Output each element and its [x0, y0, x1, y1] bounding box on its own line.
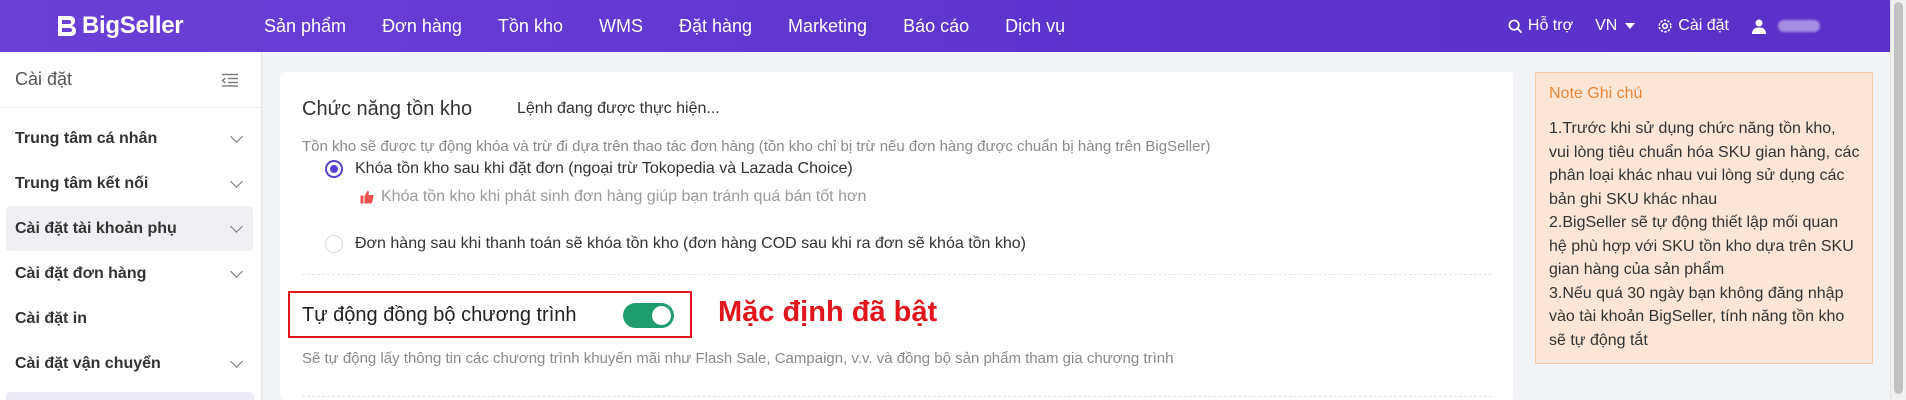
- sidebar-item-connection-center[interactable]: Trung tâm kết nối: [6, 161, 253, 206]
- nav-wms[interactable]: WMS: [599, 16, 643, 37]
- chevron-down-icon: [230, 355, 243, 368]
- caret-down-icon: [1625, 23, 1636, 29]
- nav-reports[interactable]: Báo cáo: [903, 16, 969, 37]
- nav-marketing[interactable]: Marketing: [788, 16, 867, 37]
- chevron-down-icon: [230, 130, 243, 143]
- sidebar-header: Cài đặt: [0, 52, 261, 108]
- help-label: Hỗ trợ: [1527, 17, 1574, 34]
- settings-sidebar: Cài đặt Trung tâm cá nhân Trung tâm kết …: [0, 52, 262, 400]
- bigseller-logo[interactable]: BigSeller: [52, 12, 222, 40]
- user-menu[interactable]: [1751, 18, 1820, 34]
- language-label: VN: [1595, 17, 1618, 34]
- sidebar-item-personal-center[interactable]: Trung tâm cá nhân: [6, 116, 253, 161]
- gear-icon: [1658, 19, 1672, 33]
- username-redacted: [1778, 20, 1820, 32]
- sidebar-item-label: Trung tâm kết nối: [15, 174, 149, 192]
- settings-link[interactable]: Cài đặt: [1657, 17, 1729, 35]
- nav-inventory[interactable]: Tồn kho: [498, 16, 563, 37]
- note-body: 1.Trước khi sử dụng chức năng tồn kho, v…: [1549, 117, 1860, 352]
- nav-orders[interactable]: Đơn hàng: [382, 16, 462, 37]
- option-tip: Khóa tồn kho khi phát sinh đơn hàng giúp…: [360, 188, 866, 206]
- sidebar-menu: Trung tâm cá nhân Trung tâm kết nối Cài …: [0, 108, 261, 386]
- processing-status: Lệnh đang được thực hiện...: [517, 100, 720, 117]
- note-panel: Note Ghi chú 1.Trước khi sử dụng chức nă…: [1535, 72, 1873, 364]
- inventory-description: Tồn kho sẽ được tự động khóa và trừ đi d…: [302, 138, 1211, 155]
- toggle-knob: [652, 306, 671, 325]
- auto-sync-toggle[interactable]: [623, 303, 674, 328]
- auto-sync-description: Sẽ tự động lấy thông tin các chương trìn…: [302, 350, 1174, 367]
- option-label: Đơn hàng sau khi thanh toán sẽ khóa tồn …: [355, 235, 1026, 252]
- auto-sync-label: Tự động đồng bộ chương trình: [302, 304, 577, 326]
- user-icon: [1752, 19, 1766, 34]
- sidebar-item-print-settings[interactable]: Cài đặt in: [6, 296, 253, 341]
- settings-label: Cài đặt: [1678, 17, 1729, 34]
- sidebar-item-subaccount-settings[interactable]: Cài đặt tài khoản phụ: [6, 206, 253, 251]
- nav-purchase[interactable]: Đặt hàng: [679, 16, 752, 37]
- option-label: Khóa tồn kho sau khi đặt đơn (ngoại trừ …: [355, 160, 853, 177]
- annotation-text: Mặc định đã bật: [718, 296, 938, 328]
- sidebar-item-label: Cài đặt đơn hàng: [15, 264, 147, 282]
- chevron-down-icon: [230, 220, 243, 233]
- sidebar-title: Cài đặt: [15, 69, 73, 89]
- note-line: 2.BigSeller sẽ tự động thiết lập mối qua…: [1549, 214, 1854, 278]
- sidebar-item-order-settings[interactable]: Cài đặt đơn hàng: [6, 251, 253, 296]
- tip-label: Khóa tồn kho khi phát sinh đơn hàng giúp…: [381, 188, 867, 205]
- radio-button-checked[interactable]: [325, 160, 343, 178]
- nav-services[interactable]: Dịch vụ: [1005, 16, 1065, 37]
- page-scrollbar[interactable]: [1890, 0, 1906, 400]
- thumbs-up-icon: [360, 190, 374, 204]
- sidebar-item-shipping-settings[interactable]: Cài đặt vận chuyển: [6, 341, 253, 386]
- section-title: Chức năng tồn kho: [302, 98, 473, 120]
- nav-products[interactable]: Sản phẩm: [264, 16, 346, 37]
- note-title: Note Ghi chú: [1549, 85, 1643, 102]
- page-scrollbar-thumb[interactable]: [1894, 2, 1903, 394]
- brand-name: BigSeller: [82, 12, 184, 39]
- search-icon: [1508, 19, 1523, 33]
- sidebar-item-label: Cài đặt in: [15, 309, 88, 327]
- main-nav: Sản phẩm Đơn hàng Tồn kho WMS Đặt hàng M…: [264, 16, 1101, 37]
- sidebar-item-label: Trung tâm cá nhân: [15, 129, 158, 147]
- sidebar-item-label: Cài đặt vận chuyển: [15, 354, 161, 372]
- top-navigation-bar: BigSeller Sản phẩm Đơn hàng Tồn kho WMS …: [0, 0, 1890, 52]
- top-right-actions: Hỗ trợ VN Cài đặt: [1486, 0, 1820, 52]
- chevron-down-icon: [230, 175, 243, 188]
- help-link[interactable]: Hỗ trợ: [1508, 17, 1573, 35]
- inventory-settings-card: Chức năng tồn kho Lệnh đang được thực hi…: [280, 72, 1513, 400]
- section-divider: [302, 274, 1492, 275]
- chevron-down-icon: [230, 265, 243, 278]
- language-selector[interactable]: VN: [1595, 17, 1636, 35]
- collapse-menu-icon[interactable]: [221, 73, 239, 87]
- note-line: 1.Trước khi sử dụng chức năng tồn kho, v…: [1549, 120, 1860, 208]
- option-lock-on-order[interactable]: Khóa tồn kho sau khi đặt đơn (ngoại trừ …: [325, 160, 853, 178]
- sidebar-item-label: Cài đặt tài khoản phụ: [15, 219, 177, 237]
- sidebar-next-item-partial[interactable]: [6, 392, 254, 400]
- bigseller-logo-icon: [58, 16, 76, 36]
- option-lock-after-payment[interactable]: Đơn hàng sau khi thanh toán sẽ khóa tồn …: [325, 235, 1026, 253]
- note-line: 3.Nếu quá 30 ngày bạn không đăng nhập và…: [1549, 284, 1845, 349]
- section-divider: [302, 396, 1492, 397]
- radio-button-unchecked[interactable]: [325, 235, 343, 253]
